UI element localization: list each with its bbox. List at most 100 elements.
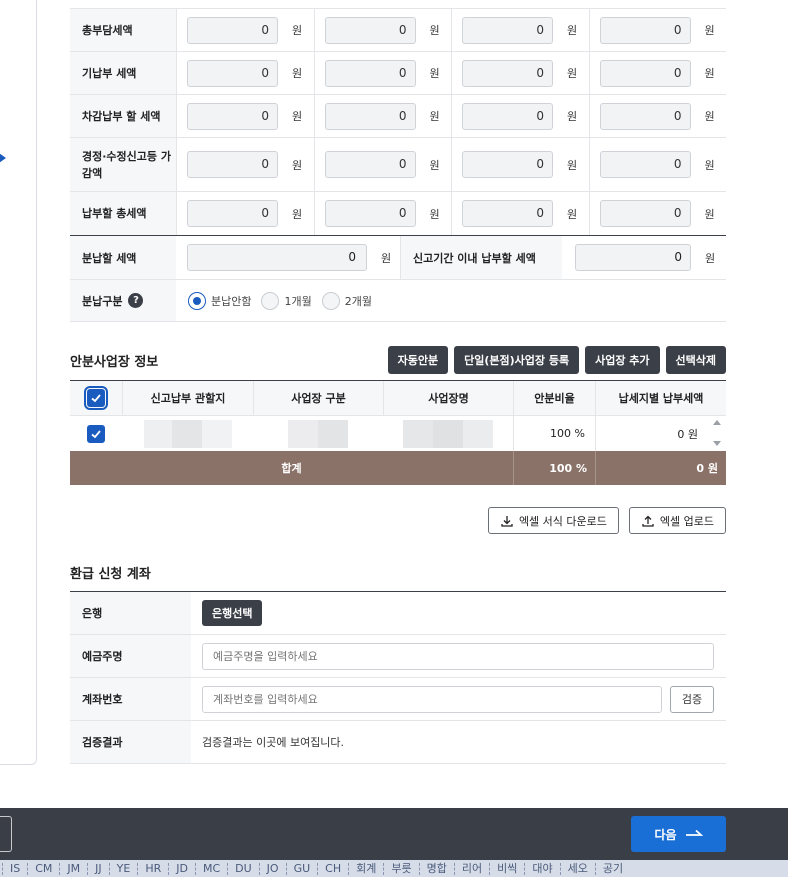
amount-field[interactable]: 0: [324, 151, 416, 178]
col-header-site-name: 사업장명: [383, 381, 513, 415]
taskbar-item[interactable]: 세오: [559, 862, 595, 875]
taskbar-item[interactable]: CM: [27, 862, 59, 875]
tax-row-total-burden: 총부담세액 0원 0원 0원 0원: [70, 9, 726, 52]
tax-form: 총부담세액 0원 0원 0원 0원 기납부 세액 0원 0원 0원 0원 차감납…: [70, 0, 726, 322]
split-amount-label: 분납할 세액: [70, 236, 176, 279]
radio-unchecked-icon[interactable]: [261, 291, 280, 310]
amount-field[interactable]: 0: [462, 200, 553, 227]
amount-field[interactable]: 0: [599, 16, 691, 44]
taskbar-item[interactable]: JO: [258, 862, 286, 875]
delete-selected-button[interactable]: 선택삭제: [665, 346, 726, 374]
ratio-cell[interactable]: 100 %: [513, 416, 595, 451]
table-header: 신고납부 관할지 사업장 구분 사업장명 안분비율 납세지별 납부세액: [70, 381, 726, 416]
radio-no-split[interactable]: 분납안함: [188, 291, 251, 310]
taskbar-item[interactable]: 공기: [594, 862, 630, 875]
amount-field[interactable]: 0: [324, 16, 416, 44]
taskbar-item[interactable]: JM: [59, 862, 87, 875]
auto-allocate-button[interactable]: 자동안분: [387, 346, 449, 374]
taskbar-item[interactable]: IS: [2, 862, 27, 875]
biz-section-header: 안분사업장 정보 자동안분 단일(본점)사업장 등록 사업장 추가 선택삭제: [70, 346, 726, 374]
amount-field[interactable]: 0: [187, 59, 278, 87]
holder-name-input[interactable]: [202, 642, 714, 670]
col-header-site-type: 사업장 구분: [253, 381, 383, 415]
amount-field[interactable]: 0: [599, 200, 691, 227]
amount-field[interactable]: 0: [324, 200, 416, 227]
deadline-amount-field[interactable]: 0: [575, 244, 691, 271]
taskbar-item[interactable]: 회계: [348, 862, 383, 875]
excel-download-button[interactable]: 엑셀 서식 다운로드: [487, 507, 619, 534]
register-single-site-button[interactable]: 단일(본점)사업장 등록: [454, 346, 580, 374]
help-icon[interactable]: ?: [128, 293, 144, 308]
split-amount-row: 분납할 세액 0 원 신고기간 이내 납부할 세액 0 원: [70, 236, 726, 280]
amount-cell[interactable]: 0 원: [595, 416, 726, 451]
stepper-down-icon[interactable]: [713, 441, 721, 446]
taskbar-item[interactable]: CH: [317, 862, 348, 875]
amount-field[interactable]: 0: [462, 59, 553, 87]
taskbar-item[interactable]: DU: [227, 862, 259, 875]
taskbar-item[interactable]: JJ: [87, 862, 109, 875]
page: 총부담세액 0원 0원 0원 0원 기납부 세액 0원 0원 0원 0원 차감납…: [0, 0, 788, 808]
taskbar-item[interactable]: YE: [108, 862, 138, 875]
amount-field[interactable]: 0: [462, 102, 553, 130]
prev-button[interactable]: [0, 816, 12, 852]
amount-field[interactable]: 0: [187, 151, 278, 178]
radio-1-month[interactable]: 1개월: [261, 291, 312, 310]
holder-label: 예금주명: [70, 635, 191, 677]
radio-2-month[interactable]: 2개월: [321, 291, 372, 310]
next-button[interactable]: 다음: [631, 816, 726, 852]
radio-unchecked-icon[interactable]: [321, 291, 340, 310]
site-type-cell[interactable]: [253, 416, 383, 451]
sum-ratio: 100 %: [513, 451, 595, 485]
split-type-row: 분납구분 ? 분납안함 1개월 2개월: [70, 280, 726, 322]
amount-field[interactable]: 0: [324, 59, 416, 87]
add-site-button[interactable]: 사업장 추가: [585, 346, 660, 374]
taskbar-item[interactable]: HR: [137, 862, 168, 875]
amount-field[interactable]: 0: [462, 151, 553, 178]
site-name-cell[interactable]: [383, 416, 513, 451]
split-amount-field[interactable]: 0: [187, 244, 367, 271]
footer-bar: 다음: [0, 808, 788, 860]
col-header-amount: 납세지별 납부세액: [595, 381, 726, 415]
refund-section-title: 환급 신청 계좌: [70, 567, 151, 582]
row-label: 납부할 총세액: [70, 192, 176, 235]
taskbar-item[interactable]: 리어: [453, 862, 489, 875]
col-header-jurisdiction: 신고납부 관할지: [122, 381, 253, 415]
taskbar-item[interactable]: 부릇: [383, 862, 418, 875]
upload-icon: [642, 515, 654, 527]
radio-checked-icon[interactable]: [188, 291, 206, 310]
taskbar-item[interactable]: MC: [194, 862, 227, 875]
amount-field[interactable]: 0: [324, 102, 416, 130]
deadline-amount-label: 신고기간 이내 납부할 세액: [400, 236, 562, 279]
verify-button[interactable]: 검증: [670, 685, 714, 713]
select-all-checkbox[interactable]: [84, 386, 108, 410]
jurisdiction-cell[interactable]: [122, 416, 253, 451]
tax-row-total-payable: 납부할 총세액 0원 0원 0원 0원: [70, 192, 726, 235]
excel-upload-button[interactable]: 엑셀 업로드: [628, 507, 726, 534]
amount-stepper[interactable]: [712, 420, 722, 446]
taskbar-item[interactable]: 대야: [524, 862, 559, 875]
table-row[interactable]: 100 % 0 원: [70, 416, 726, 451]
amount-field[interactable]: 0: [187, 200, 278, 227]
check-icon: [91, 429, 101, 438]
taskbar-item[interactable]: 비씩: [489, 862, 524, 875]
result-label: 검증결과: [70, 721, 191, 763]
taskbar-item[interactable]: JD: [168, 862, 195, 875]
account-label: 계좌번호: [70, 678, 191, 720]
amount-field[interactable]: 0: [599, 151, 691, 178]
sum-row: 합계 100 % 0 원: [70, 451, 726, 485]
stepper-up-icon[interactable]: [713, 420, 721, 425]
amount-field[interactable]: 0: [599, 102, 691, 130]
taskbar-item[interactable]: 명합: [418, 862, 454, 875]
result-row: 검증결과 검증결과는 이곳에 보여집니다.: [70, 721, 726, 764]
amount-field[interactable]: 0: [599, 59, 691, 87]
amount-field[interactable]: 0: [187, 16, 278, 44]
select-bank-button[interactable]: 은행선택: [202, 600, 263, 626]
expand-arrow-icon[interactable]: [0, 153, 6, 163]
taskbar-item[interactable]: GU: [285, 862, 318, 875]
redacted-block: [201, 419, 232, 448]
amount-field[interactable]: 0: [187, 102, 278, 130]
row-checkbox[interactable]: [87, 424, 105, 443]
account-number-input[interactable]: [202, 685, 662, 713]
amount-field[interactable]: 0: [462, 16, 553, 44]
tax-row-prepaid: 기납부 세액 0원 0원 0원 0원: [70, 52, 726, 95]
